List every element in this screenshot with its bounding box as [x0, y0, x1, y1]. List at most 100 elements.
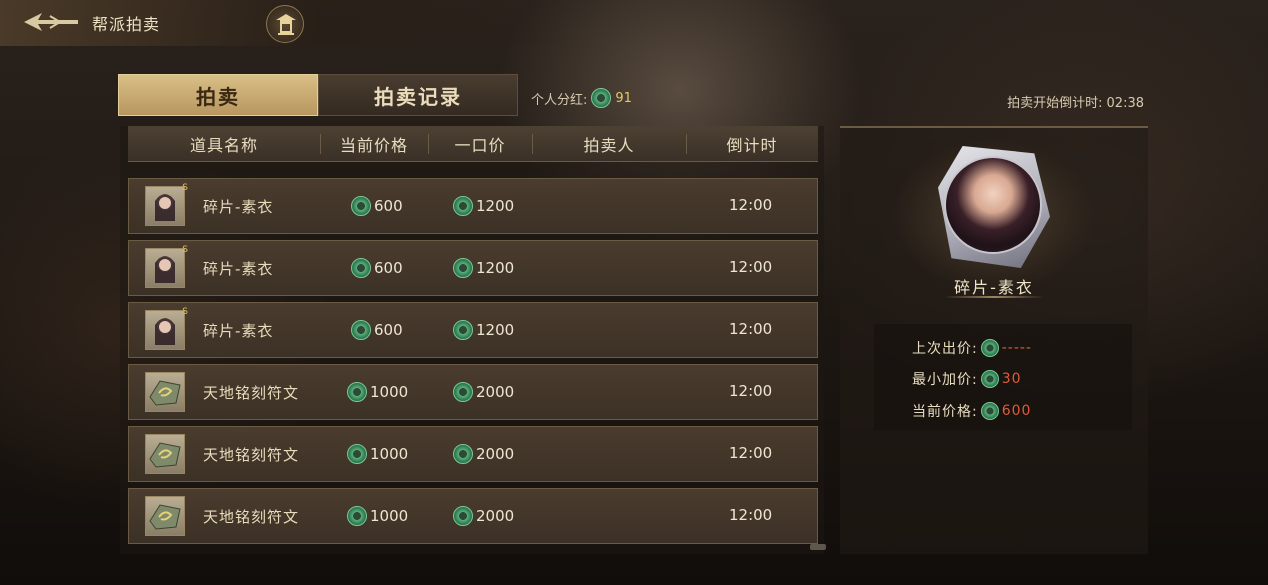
table-row[interactable]: 天地铭刻符文 1000 2000 12:00 — [128, 364, 818, 420]
min-increment-label: 最小加价: — [912, 372, 978, 388]
column-header-current-price: 当前价格 — [339, 136, 408, 155]
jade-coin-icon — [453, 196, 473, 216]
table-row[interactable]: S 碎片-素衣 600 1200 12:00 — [128, 178, 818, 234]
jade-coin-icon — [591, 88, 612, 108]
last-bid: 上次出价: ----- — [912, 338, 1032, 358]
min-increment-value: 30 — [1001, 371, 1022, 387]
current-price-value: 600 — [374, 321, 403, 339]
back-arrow-icon — [24, 13, 78, 31]
buyout-price: 1200 — [453, 320, 514, 340]
last-bid-label: 上次出价: — [912, 341, 978, 357]
buyout-price: 2000 — [453, 444, 514, 464]
buyout-price-value: 2000 — [476, 383, 515, 401]
jade-coin-icon — [351, 196, 371, 216]
jade-coin-icon — [453, 320, 473, 340]
column-header-countdown: 倒计时 — [726, 136, 778, 155]
current-price: 1000 — [347, 506, 408, 526]
column-header-seller: 拍卖人 — [583, 136, 635, 155]
countdown-value: 02:38 — [1106, 96, 1144, 111]
table-row[interactable]: 天地铭刻符文 1000 2000 12:00 — [128, 426, 818, 482]
jade-coin-icon — [453, 506, 473, 526]
portrait-fragment-icon: S — [145, 307, 188, 350]
current-price-value: 1000 — [370, 383, 409, 401]
pavilion-button[interactable] — [266, 5, 304, 43]
jade-coin-icon — [347, 382, 367, 402]
auction-countdown: 拍卖开始倒计时: 02:38 — [1003, 92, 1144, 111]
scrollbar[interactable] — [810, 544, 826, 550]
current-price: 600 — [351, 320, 403, 340]
detail-current-price: 当前价格: 600 — [912, 401, 1031, 421]
jade-coin-icon — [453, 444, 473, 464]
grade-badge: S — [182, 245, 188, 255]
item-countdown: 12:00 — [729, 196, 773, 214]
column-header-buyout: 一口价 — [454, 136, 506, 155]
current-price: 1000 — [347, 382, 408, 402]
table-row[interactable]: S 碎片-素衣 600 1200 12:00 — [128, 302, 818, 358]
item-countdown: 12:00 — [729, 506, 773, 524]
jade-coin-icon — [453, 258, 473, 278]
item-countdown: 12:00 — [729, 444, 773, 462]
item-detail-panel: 碎片-素衣 上次出价: ----- 最小加价: 30 当前价格: 600 — [840, 126, 1148, 554]
back-button[interactable] — [20, 7, 82, 37]
jade-coin-icon — [347, 506, 367, 526]
portrait-fragment-icon: S — [145, 245, 188, 288]
grade-badge: S — [182, 183, 188, 193]
grade-badge: S — [182, 307, 188, 317]
current-price: 600 — [351, 196, 403, 216]
jade-coin-icon — [351, 320, 371, 340]
jade-coin-icon — [980, 402, 999, 420]
current-price-value: 600 — [374, 197, 403, 215]
min-increment: 最小加价: 30 — [912, 369, 1022, 389]
current-price: 1000 — [347, 444, 408, 464]
dividend-value: 91 — [615, 90, 632, 106]
pavilion-icon — [276, 14, 296, 35]
buyout-price: 1200 — [453, 258, 514, 278]
buyout-price-value: 1200 — [476, 197, 515, 215]
table-header: 道具名称 当前价格 一口价 拍卖人 倒计时 — [128, 126, 818, 162]
column-header-item-name: 道具名称 — [189, 136, 258, 155]
buyout-price-value: 1200 — [476, 259, 515, 277]
dividend-label: 个人分红: — [531, 92, 588, 108]
buyout-price-value: 1200 — [476, 321, 515, 339]
item-name: 碎片-素衣 — [203, 322, 274, 340]
rune-stone-icon — [145, 372, 185, 412]
current-price-value: 1000 — [370, 507, 409, 525]
portrait-fragment-icon: S — [145, 183, 188, 226]
buyout-price: 2000 — [453, 506, 514, 526]
item-countdown: 12:00 — [729, 382, 773, 400]
character-portrait-icon — [944, 156, 1042, 254]
jade-coin-icon — [347, 444, 367, 464]
current-price: 600 — [351, 258, 403, 278]
item-name: 天地铭刻符文 — [203, 508, 300, 526]
jade-coin-icon — [980, 370, 999, 388]
buyout-price-value: 2000 — [476, 507, 515, 525]
tab-auction-records[interactable]: 拍卖记录 — [318, 74, 518, 116]
personal-dividend: 个人分红: 91 — [531, 88, 632, 108]
detail-item-name: 碎片-素衣 — [954, 278, 1034, 297]
table-row[interactable]: 天地铭刻符文 1000 2000 12:00 — [128, 488, 818, 544]
page-title: 帮派拍卖 — [92, 15, 161, 34]
jade-coin-icon — [453, 382, 473, 402]
current-price-value: 1000 — [370, 445, 409, 463]
item-name: 天地铭刻符文 — [203, 446, 300, 464]
jade-coin-icon — [351, 258, 371, 278]
auction-table: 道具名称 当前价格 一口价 拍卖人 倒计时 S 碎片-素衣 600 1200 1… — [120, 126, 824, 554]
countdown-label: 拍卖开始倒计时: — [1007, 96, 1103, 111]
item-countdown: 12:00 — [729, 258, 773, 276]
rune-stone-icon — [145, 434, 185, 474]
buyout-price-value: 2000 — [476, 445, 515, 463]
current-price-label: 当前价格: — [912, 404, 978, 420]
item-name: 碎片-素衣 — [203, 260, 274, 278]
jade-coin-icon — [980, 339, 999, 357]
item-name: 天地铭刻符文 — [203, 384, 300, 402]
table-row[interactable]: S 碎片-素衣 600 1200 12:00 — [128, 240, 818, 296]
buyout-price: 1200 — [453, 196, 514, 216]
buyout-price: 2000 — [453, 382, 514, 402]
current-price-value: 600 — [374, 259, 403, 277]
tab-auction[interactable]: 拍卖 — [118, 74, 318, 116]
divider — [944, 296, 1044, 298]
item-countdown: 12:00 — [729, 320, 773, 338]
top-bar: 帮派拍卖 — [0, 0, 1268, 46]
item-name: 碎片-素衣 — [203, 198, 274, 216]
last-bid-value: ----- — [1001, 340, 1032, 356]
